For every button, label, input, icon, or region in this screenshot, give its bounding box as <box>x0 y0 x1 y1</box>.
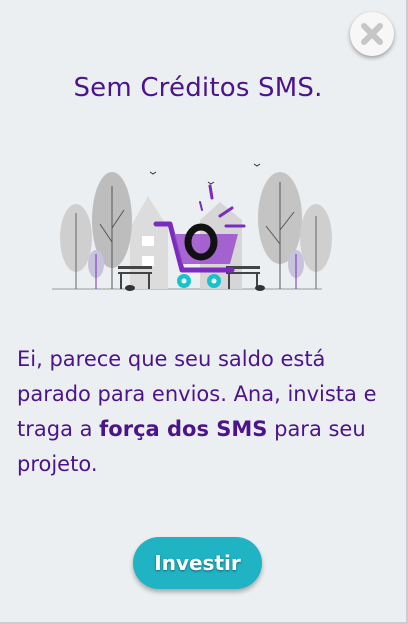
sms-credits-modal: Sem Créditos SMS. Ei, parece que seu sal… <box>0 0 408 624</box>
message-emphasis: força dos SMS <box>99 417 268 441</box>
modal-title: Sem Créditos SMS. <box>73 73 323 104</box>
bird <box>207 181 215 185</box>
window-left-top <box>142 236 154 246</box>
modal-message: Ei, parece que seu saldo está parado par… <box>17 342 377 482</box>
invest-button[interactable]: Investir <box>133 537 262 589</box>
shopping-cart-illustration <box>52 163 332 291</box>
close-icon <box>361 23 383 45</box>
bird <box>253 163 261 167</box>
close-button[interactable] <box>350 12 394 56</box>
bird <box>149 171 157 175</box>
window-left-bottom <box>142 256 154 266</box>
